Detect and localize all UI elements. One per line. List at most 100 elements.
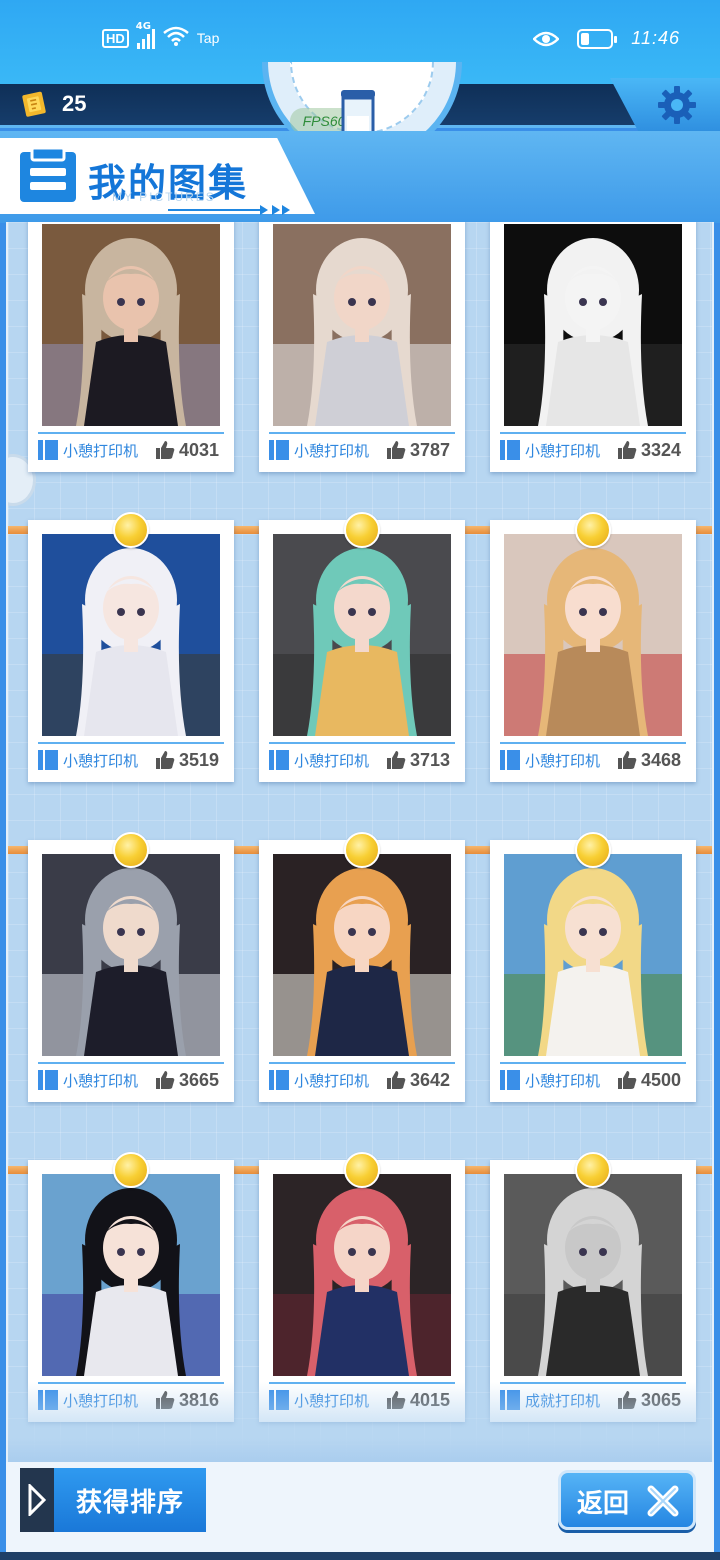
card-likes: 3642 [410,1069,451,1090]
close-icon [647,1485,679,1517]
coin-icon[interactable] [575,512,611,548]
artwork-image[interactable] [504,534,682,736]
system-nav-strip [0,1552,720,1560]
card-footer: 小憩打印机 3468 [500,748,686,772]
thumbs-up-icon[interactable] [155,1070,175,1090]
card-divider [500,432,686,434]
eye-comfort-icon [533,31,560,46]
card-uploader: 小憩打印机 [294,1071,370,1090]
artwork-image[interactable] [273,854,451,1056]
hd-indicator: HD [102,28,129,48]
coin-icon[interactable] [575,832,611,868]
printer-brand-icon [38,440,60,460]
card-footer: 小憩打印机 3324 [500,438,686,462]
card-footer: 小憩打印机 3713 [269,748,455,772]
artwork-image[interactable] [504,1174,682,1376]
card-divider [269,742,455,744]
artwork-image[interactable] [273,1174,451,1376]
gallery-card[interactable]: 小憩打印机 3324 [490,222,696,472]
artwork-image[interactable] [42,1174,220,1376]
printer-brand-icon [269,440,291,460]
thumbs-up-icon[interactable] [386,750,406,770]
artwork-image[interactable] [42,224,220,426]
printer-brand-icon [500,750,522,770]
back-button-label: 返回 [577,1489,630,1519]
card-likes: 3665 [179,1069,220,1090]
gallery-card[interactable]: 小憩打印机 4500 [490,840,696,1102]
artwork-image[interactable] [42,854,220,1056]
card-uploader: 小憩打印机 [525,441,601,460]
wifi-label: Tap [196,30,220,46]
artwork-image[interactable] [273,224,451,426]
card-divider [38,742,224,744]
card-divider [269,1062,455,1064]
thumbs-up-icon[interactable] [617,1070,637,1090]
gallery-card[interactable]: 小憩打印机 3787 [259,222,465,472]
gallery-card[interactable]: 小憩打印机 4031 [28,222,234,472]
card-footer: 小憩打印机 3642 [269,1068,455,1092]
card-likes: 3787 [410,439,451,460]
card-footer: 小憩打印机 4500 [500,1068,686,1092]
card-divider [38,432,224,434]
card-uploader: 小憩打印机 [63,441,139,460]
wifi-icon [162,26,189,50]
card-uploader: 小憩打印机 [525,751,601,770]
thumbs-up-icon[interactable] [155,440,175,460]
gallery-card[interactable]: 小憩打印机 3665 [28,840,234,1102]
printer-brand-icon [500,440,522,460]
card-footer: 小憩打印机 3787 [269,438,455,462]
title-arrows-icon [168,205,290,215]
artwork-image[interactable] [504,224,682,426]
gallery-card[interactable]: 小憩打印机 3519 [28,520,234,782]
artwork-image[interactable] [42,534,220,736]
coin-icon[interactable] [344,512,380,548]
signal-icon: 4G [136,21,155,49]
gear-icon[interactable] [656,84,698,126]
card-divider [500,1062,686,1064]
thumbs-up-icon[interactable] [386,440,406,460]
page-subtitle: MY PICTURES [112,190,216,204]
thumbs-up-icon[interactable] [155,750,175,770]
card-likes: 4500 [641,1069,682,1090]
clock: 11:46 [631,28,680,48]
coin-icon[interactable] [113,1152,149,1188]
gallery-card[interactable]: 小憩打印机 3468 [490,520,696,782]
coin-icon[interactable] [344,832,380,868]
card-divider [500,742,686,744]
printer-brand-icon [269,750,291,770]
card-uploader: 小憩打印机 [294,751,370,770]
ticket-icon [22,91,46,117]
gallery-grid[interactable]: 小憩打印机 4031 小憩打印机 3787 小憩打印机 3324 小憩打印机 3519 小憩打印… [6,222,714,1462]
gallery-card[interactable]: 小憩打印机 3642 [259,840,465,1102]
gallery-card[interactable]: 小憩打印机 3713 [259,520,465,782]
network-type: 4G [135,21,151,32]
card-uploader: 小憩打印机 [294,441,370,460]
printer-brand-icon [38,1070,60,1090]
card-footer: 小憩打印机 3665 [38,1068,224,1092]
card-divider [38,1062,224,1064]
ticket-count: 25 [62,91,87,116]
artwork-image[interactable] [504,854,682,1056]
coin-icon[interactable] [113,832,149,868]
thumbs-up-icon[interactable] [617,750,637,770]
album-icon [20,146,76,202]
card-footer: 小憩打印机 4031 [38,438,224,462]
coin-icon[interactable] [113,512,149,548]
card-uploader: 小憩打印机 [63,751,139,770]
card-likes: 3324 [641,439,682,460]
card-uploader: 小憩打印机 [525,1071,601,1090]
battery-icon [577,28,618,49]
card-uploader: 小憩打印机 [63,1071,139,1090]
card-likes: 4031 [179,439,220,460]
ranking-button-label: 获得排序 [76,1488,185,1518]
coin-icon[interactable] [575,1152,611,1188]
coin-icon[interactable] [344,1152,380,1188]
scroll-fade [8,1382,712,1462]
printer-brand-icon [500,1070,522,1090]
ranking-button[interactable]: 获得排序 [20,1468,206,1532]
back-button[interactable]: 返回 [558,1470,696,1530]
thumbs-up-icon[interactable] [617,440,637,460]
artwork-image[interactable] [273,534,451,736]
play-icon [20,1468,54,1532]
thumbs-up-icon[interactable] [386,1070,406,1090]
